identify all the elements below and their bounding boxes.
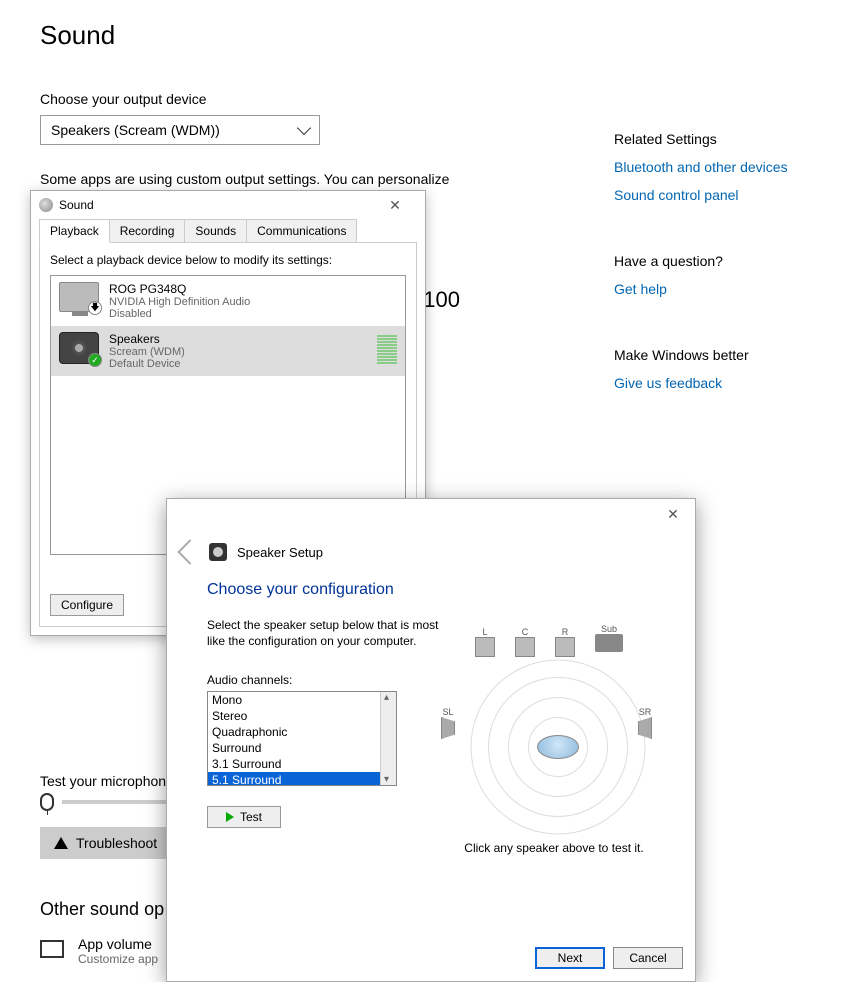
speaker-r[interactable]: R xyxy=(555,627,575,657)
default-badge-icon: ✓ xyxy=(88,353,102,367)
play-icon xyxy=(226,812,234,822)
speaker-sr[interactable]: SR xyxy=(638,707,652,739)
custom-output-note: Some apps are using custom output settin… xyxy=(40,171,460,187)
related-settings-heading: Related Settings xyxy=(614,131,804,147)
speaker-setup-icon xyxy=(209,543,227,561)
speaker-l[interactable]: L xyxy=(475,627,495,657)
tab-sounds[interactable]: Sounds xyxy=(184,219,247,243)
make-better-heading: Make Windows better xyxy=(614,347,804,363)
next-button[interactable]: Next xyxy=(535,947,605,969)
tab-recording[interactable]: Recording xyxy=(109,219,186,243)
channel-option[interactable]: Stereo xyxy=(208,708,396,724)
speaker-setup-dialog: ✕ Speaker Setup Choose your configuratio… xyxy=(166,498,696,982)
channel-option[interactable]: Mono xyxy=(208,692,396,708)
have-question-heading: Have a question? xyxy=(614,253,804,269)
troubleshoot-button[interactable]: Troubleshoot xyxy=(40,827,171,859)
speaker-icon: ✓ xyxy=(59,332,99,364)
channel-option[interactable]: 5.1 Surround xyxy=(208,772,396,786)
listener-icon xyxy=(537,735,579,759)
channel-option[interactable]: Quadraphonic xyxy=(208,724,396,740)
channel-option[interactable]: 3.1 Surround xyxy=(208,756,396,772)
sliders-icon xyxy=(40,940,64,958)
audio-channels-list[interactable]: MonoStereoQuadraphonicSurround3.1 Surrou… xyxy=(207,691,397,786)
app-volume-desc: Customize app xyxy=(78,952,158,966)
microphone-icon xyxy=(40,793,54,811)
bluetooth-link[interactable]: Bluetooth and other devices xyxy=(614,159,804,175)
speaker-c[interactable]: C xyxy=(515,627,535,657)
sound-dialog-title: Sound xyxy=(59,198,94,212)
app-volume-label: App volume xyxy=(78,936,158,952)
volume-value: 100 xyxy=(423,287,460,313)
configure-button[interactable]: Configure xyxy=(50,594,124,616)
chevron-down-icon xyxy=(297,121,311,135)
device-driver: Scream (WDM) xyxy=(109,346,367,358)
device-name: ROG PG348Q xyxy=(109,282,397,296)
feedback-link[interactable]: Give us feedback xyxy=(614,375,804,391)
output-device-combo[interactable]: Speakers (Scream (WDM)) xyxy=(40,115,320,145)
channel-option[interactable]: Surround xyxy=(208,740,396,756)
wizard-instruction: Select the speaker setup below that is m… xyxy=(207,617,457,649)
device-name: Speakers xyxy=(109,332,367,346)
page-title: Sound xyxy=(40,20,804,51)
back-arrow-icon[interactable] xyxy=(177,539,202,564)
close-icon[interactable]: ✕ xyxy=(373,191,417,219)
device-row[interactable]: 🡇 ROG PG348Q NVIDIA High Definition Audi… xyxy=(51,276,405,326)
device-row[interactable]: ✓ Speakers Scream (WDM) Default Device xyxy=(51,326,405,376)
test-label: Test xyxy=(240,810,262,824)
test-button[interactable]: Test xyxy=(207,806,281,828)
output-device-label: Choose your output device xyxy=(40,91,460,107)
device-status: Default Device xyxy=(109,358,367,370)
sound-dialog-icon xyxy=(39,198,53,212)
cancel-button[interactable]: Cancel xyxy=(613,947,683,969)
warning-icon xyxy=(54,837,68,849)
scrollbar[interactable] xyxy=(380,692,396,785)
speaker-sub[interactable]: Sub xyxy=(595,624,623,652)
monitor-icon: 🡇 xyxy=(59,282,99,312)
tab-playback[interactable]: Playback xyxy=(39,219,110,243)
sound-control-panel-link[interactable]: Sound control panel xyxy=(614,187,804,203)
device-status: Disabled xyxy=(109,308,397,320)
wizard-heading: Choose your configuration xyxy=(207,581,655,599)
tab-communications[interactable]: Communications xyxy=(246,219,357,243)
device-driver: NVIDIA High Definition Audio xyxy=(109,296,397,308)
troubleshoot-label: Troubleshoot xyxy=(76,835,157,851)
wizard-title: Speaker Setup xyxy=(237,545,323,560)
click-speaker-hint: Click any speaker above to test it. xyxy=(449,841,659,855)
level-meter-icon xyxy=(377,332,397,364)
disabled-badge-icon: 🡇 xyxy=(88,301,102,315)
output-device-value: Speakers (Scream (WDM)) xyxy=(51,122,220,138)
playback-instruction: Select a playback device below to modify… xyxy=(50,253,406,267)
speaker-diagram: L C R Sub SL SR xyxy=(453,627,663,827)
get-help-link[interactable]: Get help xyxy=(614,281,804,297)
close-icon[interactable]: ✕ xyxy=(651,499,695,529)
speaker-sl[interactable]: SL xyxy=(441,707,455,739)
